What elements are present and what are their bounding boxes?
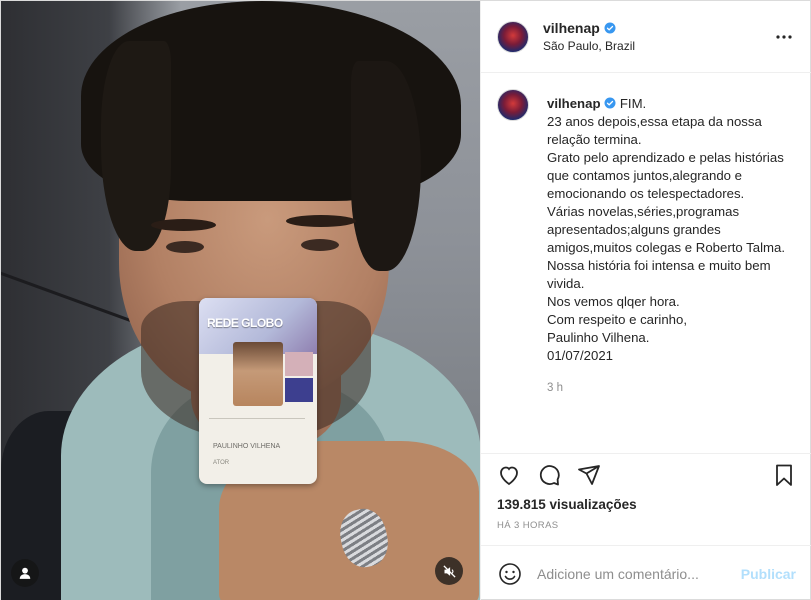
photo-hair-right: [351, 61, 421, 271]
caption-line: Grato pelo aprendizado e pelas histórias…: [547, 150, 784, 201]
author-username[interactable]: vilhenap: [543, 20, 600, 36]
comment-input[interactable]: [537, 565, 737, 582]
emoji-icon: [499, 562, 521, 585]
bookmark-icon: [776, 464, 792, 486]
user-tag-button[interactable]: [11, 559, 39, 587]
caption-line: Nossa história foi intensa e muito bem v…: [547, 258, 771, 291]
user-tag-icon: [19, 567, 31, 579]
caption-line: Nos vemos qlqer hora.: [547, 294, 680, 309]
share-button[interactable]: [575, 461, 603, 489]
caption-text: vilhenap FIM. 23 anos depois,essa etapa …: [547, 95, 796, 397]
comment-button[interactable]: [535, 461, 563, 489]
mute-button[interactable]: [435, 557, 463, 585]
id-badge-role: ATOR: [213, 460, 230, 466]
caption-line: Várias novelas,séries,programas apresent…: [547, 204, 785, 255]
photo-eye-right: [301, 239, 339, 251]
caption-line: 01/07/2021: [547, 348, 614, 363]
caption-timestamp[interactable]: 3 h: [547, 379, 796, 397]
verified-badge-icon: [604, 22, 616, 34]
id-badge-logo: REDE GLOBO: [207, 316, 283, 330]
action-bar: [481, 453, 811, 495]
emoji-button[interactable]: [497, 561, 523, 587]
heart-icon: [500, 466, 518, 485]
caption-author-avatar[interactable]: [497, 89, 529, 121]
like-button[interactable]: [495, 461, 523, 489]
comment-icon: [539, 464, 560, 485]
save-button[interactable]: [770, 461, 798, 489]
muted-speaker-icon: [442, 564, 456, 578]
id-badge-name: PAULINHO VILHENA: [213, 443, 281, 450]
post-header: vilhenap São Paulo, Brazil: [481, 1, 811, 73]
caption-line: 23 anos depois,essa etapa da nossa relaç…: [547, 114, 762, 147]
post-location[interactable]: São Paulo, Brazil: [543, 39, 635, 53]
publish-comment-button[interactable]: Publicar: [741, 566, 796, 582]
caption-line: Paulinho Vilhena.: [547, 330, 650, 345]
author-username-row: vilhenap: [543, 20, 635, 36]
caption-line: FIM.: [619, 96, 647, 111]
more-options-button[interactable]: [772, 25, 796, 49]
instagram-post: REDE GLOBO PAULINHO VILHENA ATOR vilhena…: [0, 0, 811, 600]
author-info: vilhenap São Paulo, Brazil: [543, 20, 635, 53]
id-badge-photo: [233, 342, 283, 406]
author-avatar[interactable]: [497, 20, 529, 53]
views-count[interactable]: 139.815 visualizações: [481, 495, 811, 512]
caption-username[interactable]: vilhenap: [547, 96, 601, 111]
id-badge: REDE GLOBO PAULINHO VILHENA ATOR: [199, 298, 317, 484]
post-media[interactable]: REDE GLOBO PAULINHO VILHENA ATOR: [1, 1, 480, 600]
add-comment-bar: Publicar: [481, 545, 811, 600]
post-date[interactable]: HÁ 3 HORAS: [481, 512, 811, 545]
share-icon: [578, 464, 600, 485]
photo-hair-left: [101, 41, 171, 251]
caption: vilhenap FIM. 23 anos depois,essa etapa …: [497, 89, 796, 397]
photo-brow-left: [151, 219, 216, 231]
comments-area: vilhenap FIM. 23 anos depois,essa etapa …: [481, 73, 811, 453]
id-badge-tile: [285, 378, 313, 402]
post-side-panel: vilhenap São Paulo, Brazil vilhenap FIM.…: [480, 1, 811, 600]
photo-eye-left: [166, 241, 204, 253]
id-badge-tile: [285, 352, 313, 376]
caption-line: Com respeito e carinho,: [547, 312, 688, 327]
more-icon: [776, 34, 792, 39]
verified-badge-icon: [604, 97, 616, 109]
photo-brow-right: [286, 215, 356, 227]
